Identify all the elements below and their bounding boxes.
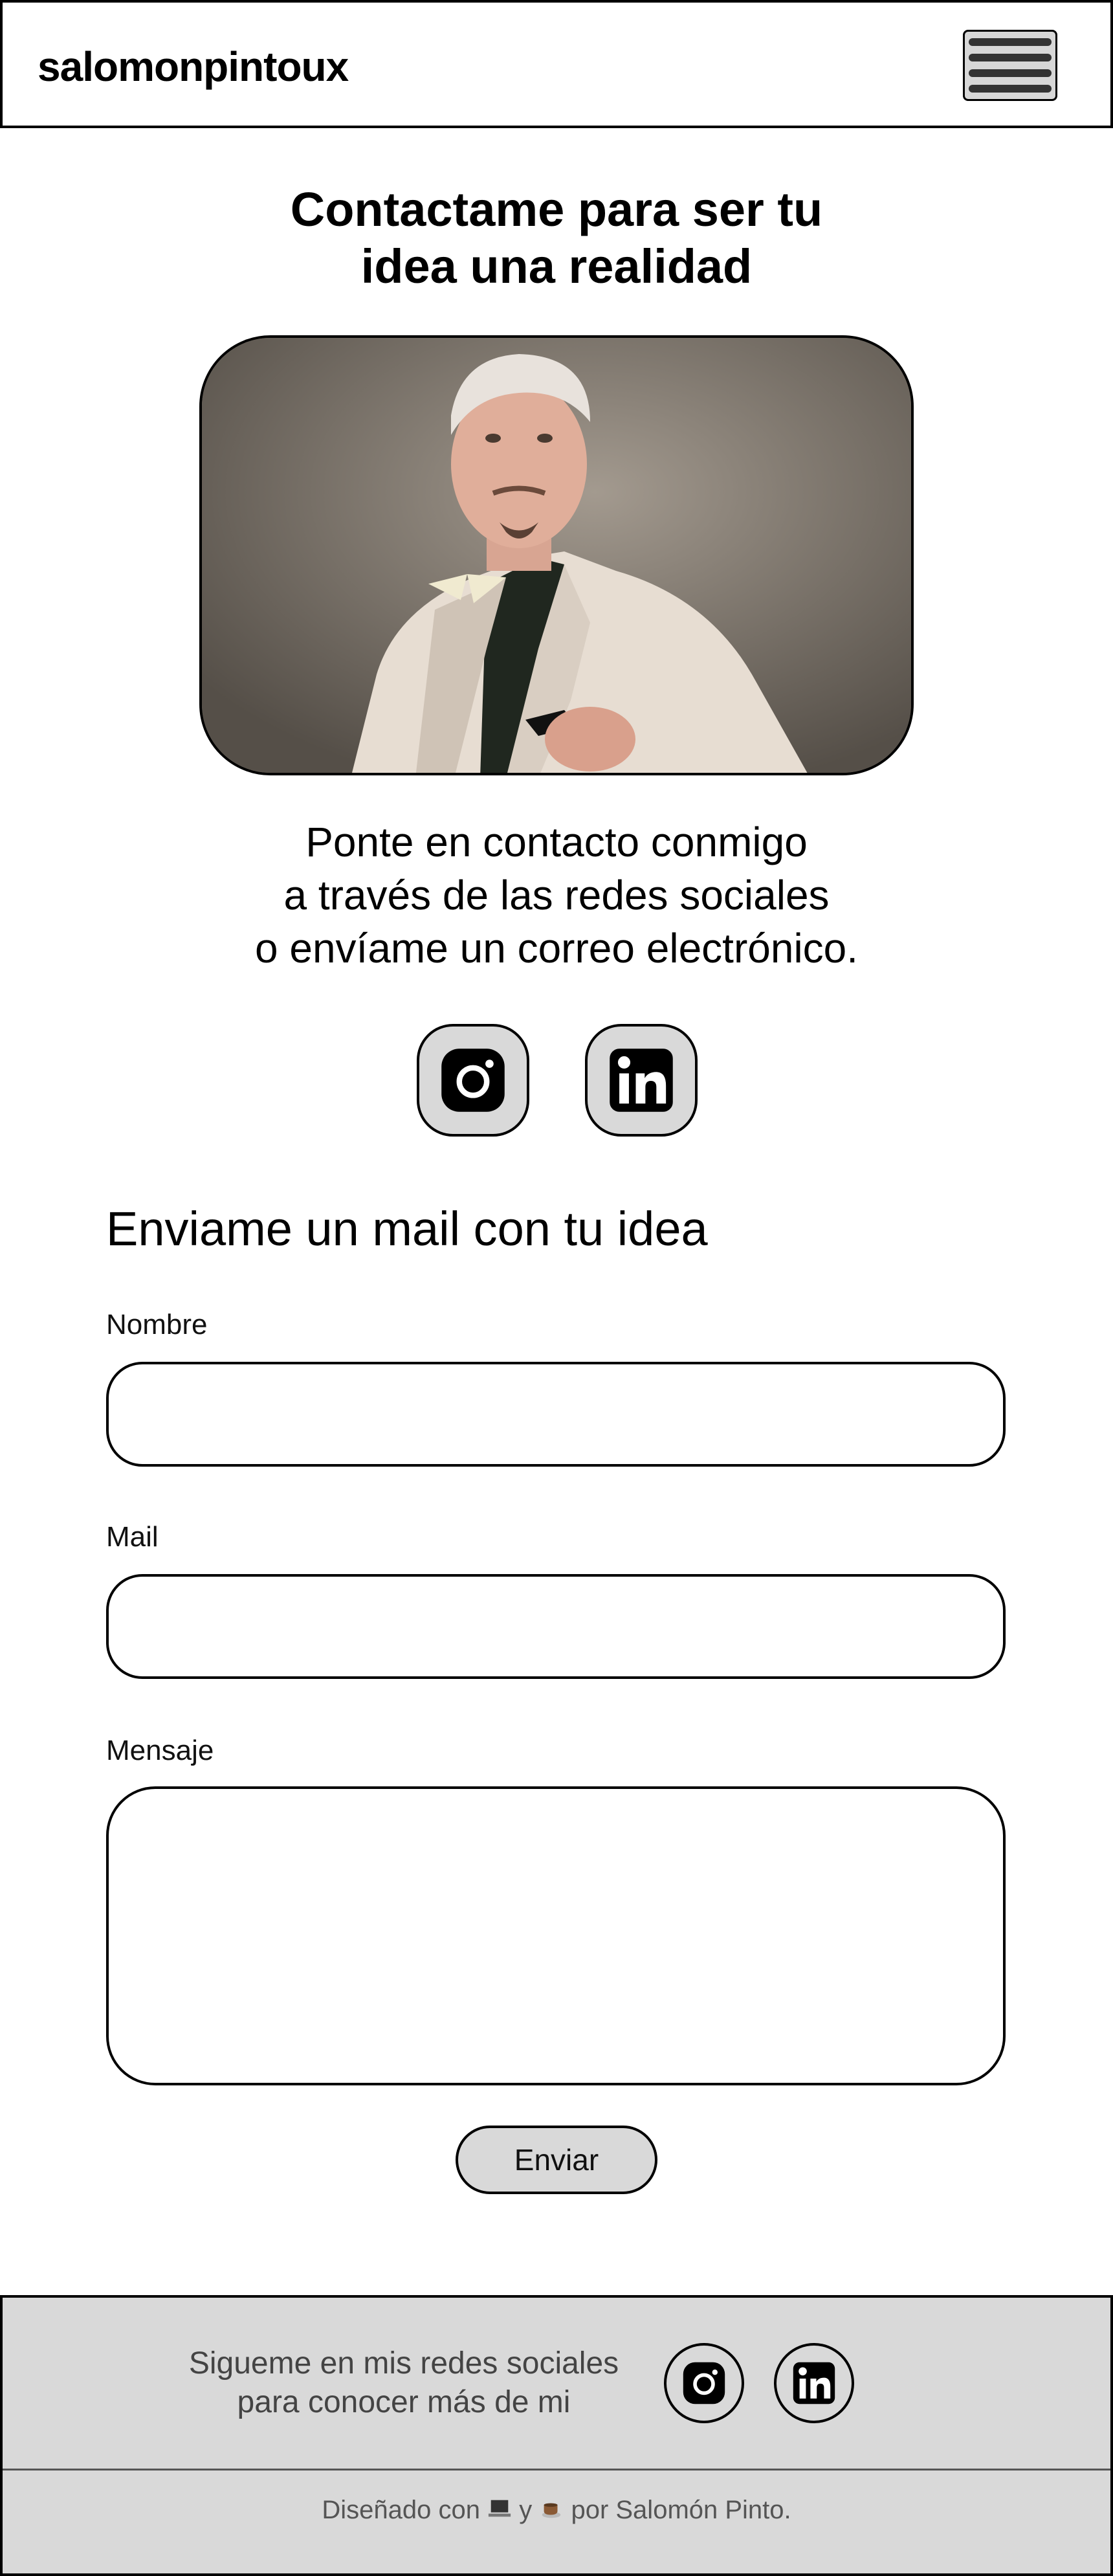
contact-instructions: Ponte en contacto conmigo a través de la… (0, 816, 1113, 975)
footer-message: Sigueme en mis redes sociales para conoc… (171, 2344, 637, 2422)
name-field[interactable] (106, 1362, 1006, 1467)
footer-line-2: para conocer más de mi (237, 2385, 571, 2419)
contact-line-2: a través de las redes sociales (283, 872, 830, 918)
instagram-icon (683, 2362, 725, 2404)
send-button[interactable]: Enviar (456, 2126, 657, 2194)
menu-bar (969, 85, 1052, 93)
laptop-icon (488, 2500, 511, 2517)
linkedin-icon (610, 1049, 673, 1112)
contact-line-1: Ponte en contacto conmigo (305, 819, 808, 865)
mail-field[interactable] (106, 1574, 1006, 1679)
page-title-line-2: idea una realidad (360, 239, 753, 293)
page-title: Contactame para ser tu idea una realidad (0, 181, 1113, 295)
coffee-icon (542, 2503, 561, 2518)
credit-and: y (519, 2496, 533, 2524)
message-label: Mensaje (106, 1735, 214, 1766)
footer-credit: Diseñado con y por Salomón Pinto. (3, 2496, 1110, 2525)
footer-instagram-button[interactable] (664, 2343, 744, 2423)
message-field[interactable] (106, 1786, 1006, 2085)
menu-bar (969, 38, 1052, 46)
brand-logo[interactable]: salomonpintoux (38, 43, 349, 91)
instagram-button[interactable] (417, 1024, 529, 1137)
linkedin-button[interactable] (585, 1024, 698, 1137)
footer-line-1: Sigueme en mis redes sociales (188, 2346, 619, 2381)
page-title-line-1: Contactame para ser tu (290, 183, 823, 236)
instagram-icon (441, 1049, 505, 1112)
footer-linkedin-button[interactable] (774, 2343, 854, 2423)
site-footer: Sigueme en mis redes sociales para conoc… (0, 2295, 1113, 2576)
site-header: salomonpintoux (0, 0, 1113, 128)
hamburger-menu-icon[interactable] (963, 30, 1057, 101)
portrait-illustration (202, 338, 911, 773)
name-label: Nombre (106, 1309, 208, 1340)
portrait-photo (199, 335, 914, 775)
credit-prefix: Diseñado con (322, 2496, 480, 2524)
mail-label: Mail (106, 1521, 159, 1553)
menu-bar (969, 54, 1052, 61)
menu-bar (969, 69, 1052, 77)
footer-divider (3, 2469, 1110, 2471)
linkedin-icon (793, 2362, 835, 2404)
form-title: Enviame un mail con tu idea (106, 1202, 708, 1256)
contact-line-3: o envíame un correo electrónico. (254, 925, 859, 972)
credit-suffix: por Salomón Pinto. (571, 2496, 791, 2524)
